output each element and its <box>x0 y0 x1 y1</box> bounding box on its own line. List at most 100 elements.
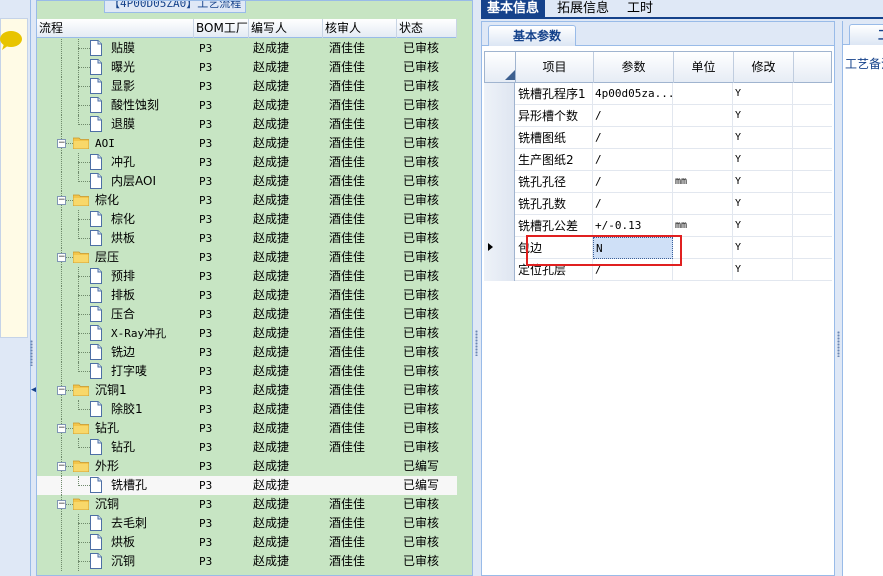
col-bom-factory[interactable]: BOM工厂 <box>194 19 249 38</box>
collapse-toggle-icon[interactable]: − <box>57 196 66 205</box>
modify-cell[interactable]: Y <box>733 105 793 127</box>
row-indicator[interactable] <box>484 171 515 193</box>
col-status[interactable]: 状态 <box>397 19 457 38</box>
param-cell[interactable]: / <box>593 105 673 127</box>
param-cell[interactable]: / <box>593 193 673 215</box>
item-cell[interactable]: 铣槽图纸 <box>516 127 593 149</box>
grid-row[interactable]: 定位孔层 / Y <box>484 259 832 281</box>
item-cell[interactable]: 定位孔层 <box>516 259 593 281</box>
grid-row[interactable]: 铣槽图纸 / Y <box>484 127 832 149</box>
modify-cell[interactable]: Y <box>733 215 793 237</box>
col-modify[interactable]: 修改 <box>734 52 794 83</box>
tree-row[interactable]: 去毛刺 P3 赵成捷 酒佳佳 已审核 <box>37 514 457 533</box>
unit-cell[interactable] <box>673 127 733 149</box>
col-unit[interactable]: 单位 <box>674 52 734 83</box>
row-indicator[interactable] <box>484 215 515 237</box>
splitter-grip[interactable] <box>475 330 478 356</box>
unit-cell[interactable] <box>673 149 733 171</box>
tree-row[interactable]: 内层AOI P3 赵成捷 酒佳佳 已审核 <box>37 172 457 191</box>
tree-row[interactable]: − AOI P3 赵成捷 酒佳佳 已审核 <box>37 134 457 153</box>
tree-row[interactable]: 酸性蚀刻 P3 赵成捷 酒佳佳 已审核 <box>37 96 457 115</box>
tree-row[interactable]: − 钻孔 P3 赵成捷 酒佳佳 已审核 <box>37 419 457 438</box>
param-cell[interactable]: +/-0.13 <box>593 215 673 237</box>
collapse-toggle-icon[interactable]: − <box>57 253 66 262</box>
collapse-toggle-icon[interactable]: − <box>57 462 66 471</box>
tree-row[interactable]: 沉铜 P3 赵成捷 酒佳佳 已审核 <box>37 552 457 571</box>
tree-row[interactable]: 贴膜 P3 赵成捷 酒佳佳 已审核 <box>37 39 457 58</box>
tree-row[interactable]: − 沉铜1 P3 赵成捷 酒佳佳 已审核 <box>37 381 457 400</box>
tree-row[interactable]: 压合 P3 赵成捷 酒佳佳 已审核 <box>37 305 457 324</box>
col-item[interactable]: 项目 <box>516 52 594 83</box>
tree-row[interactable]: 打字唛 P3 赵成捷 酒佳佳 已审核 <box>37 362 457 381</box>
left-splitter-grip[interactable] <box>30 340 33 366</box>
modify-cell[interactable]: Y <box>733 259 793 281</box>
tab-process-notes[interactable]: 工 <box>849 24 883 45</box>
row-indicator[interactable] <box>484 105 515 127</box>
item-cell[interactable]: 铣孔孔径 <box>516 171 593 193</box>
param-cell[interactable]: / <box>593 171 673 193</box>
tree-row[interactable]: − 棕化 P3 赵成捷 酒佳佳 已审核 <box>37 191 457 210</box>
tree-row[interactable]: 铣边 P3 赵成捷 酒佳佳 已审核 <box>37 343 457 362</box>
unit-cell[interactable]: mm <box>673 215 733 237</box>
collapse-toggle-icon[interactable]: − <box>57 139 66 148</box>
tab-work-hours[interactable]: 工时 <box>621 0 659 19</box>
modify-cell[interactable]: Y <box>733 83 793 105</box>
tree-row[interactable]: 冲孔 P3 赵成捷 酒佳佳 已审核 <box>37 153 457 172</box>
tree-row[interactable]: 铣槽孔 P3 赵成捷 已编写 <box>37 476 457 495</box>
col-flow[interactable]: 流程 <box>37 19 194 38</box>
row-indicator[interactable] <box>484 127 515 149</box>
modify-cell[interactable]: Y <box>733 237 793 259</box>
tree-row[interactable]: 钻孔 P3 赵成捷 酒佳佳 已审核 <box>37 438 457 457</box>
unit-cell[interactable]: mm <box>673 171 733 193</box>
tree-row[interactable]: 显影 P3 赵成捷 酒佳佳 已审核 <box>37 77 457 96</box>
grid-row[interactable]: 包边 N Y <box>484 237 832 259</box>
tab-basic-params[interactable]: 基本参数 <box>488 25 577 46</box>
tree-row[interactable]: − 外形 P3 赵成捷 已编写 <box>37 457 457 476</box>
grid-row[interactable]: 铣孔孔径 / mm Y <box>484 171 832 193</box>
param-cell[interactable]: / <box>593 259 673 281</box>
col-writer[interactable]: 编写人 <box>249 19 323 38</box>
collapse-toggle-icon[interactable]: − <box>57 500 66 509</box>
unit-cell[interactable] <box>673 193 733 215</box>
unit-cell[interactable] <box>673 237 733 259</box>
unit-cell[interactable] <box>673 83 733 105</box>
item-cell[interactable]: 铣孔孔数 <box>516 193 593 215</box>
grid-row[interactable]: 铣槽孔公差 +/-0.13 mm Y <box>484 215 832 237</box>
tree-row[interactable]: 曝光 P3 赵成捷 酒佳佳 已审核 <box>37 58 457 77</box>
tree-row[interactable]: 退膜 P3 赵成捷 酒佳佳 已审核 <box>37 115 457 134</box>
tree-row[interactable]: X-Ray冲孔 P3 赵成捷 酒佳佳 已审核 <box>37 324 457 343</box>
tree-row[interactable]: 棕化 P3 赵成捷 酒佳佳 已审核 <box>37 210 457 229</box>
param-cell[interactable]: / <box>593 127 673 149</box>
modify-cell[interactable]: Y <box>733 127 793 149</box>
tree-row[interactable]: 预排 P3 赵成捷 酒佳佳 已审核 <box>37 267 457 286</box>
param-cell[interactable]: N <box>593 237 673 259</box>
grid-row[interactable]: 生产图纸2/ Y <box>484 149 832 171</box>
right-splitter[interactable] <box>835 21 842 576</box>
item-cell[interactable]: 生产图纸2 <box>516 149 593 171</box>
tree-row[interactable]: − 沉铜 P3 赵成捷 酒佳佳 已审核 <box>37 495 457 514</box>
item-cell[interactable]: 铣槽孔程序1 <box>516 83 593 105</box>
row-indicator[interactable] <box>484 237 515 259</box>
col-reviewer[interactable]: 核审人 <box>323 19 397 38</box>
item-cell[interactable]: 铣槽孔公差 <box>516 215 593 237</box>
grid-row[interactable]: 铣槽孔程序1 4p00d05za... Y <box>484 83 832 105</box>
modify-cell[interactable]: Y <box>733 149 793 171</box>
modify-cell[interactable]: Y <box>733 193 793 215</box>
item-cell[interactable]: 包边 <box>516 237 593 259</box>
tree-row[interactable]: 除胶1 P3 赵成捷 酒佳佳 已审核 <box>37 400 457 419</box>
tree-row[interactable]: 排板 P3 赵成捷 酒佳佳 已审核 <box>37 286 457 305</box>
unit-cell[interactable] <box>673 105 733 127</box>
tab-extended-info[interactable]: 拓展信息 <box>551 0 615 19</box>
modify-cell[interactable]: Y <box>733 171 793 193</box>
grid-row[interactable]: 异形槽个数 / Y <box>484 105 832 127</box>
center-splitter[interactable] <box>473 0 481 576</box>
row-indicator[interactable] <box>484 259 515 281</box>
tree-row[interactable]: − 层压 P3 赵成捷 酒佳佳 已审核 <box>37 248 457 267</box>
row-indicator[interactable] <box>484 193 515 215</box>
collapse-toggle-icon[interactable]: − <box>57 386 66 395</box>
param-cell[interactable]: / <box>593 149 673 171</box>
tree-row[interactable]: 烘板 P3 赵成捷 酒佳佳 已审核 <box>37 229 457 248</box>
chat-bubble-icon[interactable] <box>0 30 22 50</box>
unit-cell[interactable] <box>673 259 733 281</box>
collapse-toggle-icon[interactable]: − <box>57 424 66 433</box>
